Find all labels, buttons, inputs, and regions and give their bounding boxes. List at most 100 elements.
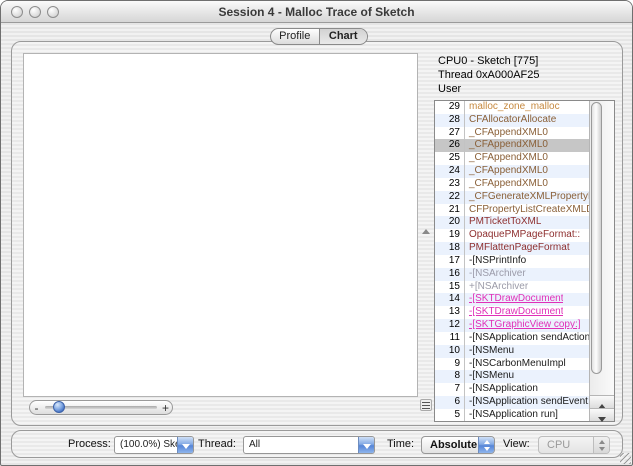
row-number: 20 (435, 216, 465, 230)
table-row[interactable]: 22 _CFGenerateXMLPropertyListT (435, 190, 589, 204)
zoom-out-label: - (34, 400, 39, 415)
arrow-down-icon (598, 417, 606, 422)
row-label: -[SKTDrawDocument (469, 306, 564, 318)
callstack-table: 29 malloc_zone_malloc 28 CFAllocatorAllocat… (434, 100, 615, 422)
row-number: 25 (435, 152, 465, 166)
row-number: 6 (435, 396, 465, 409)
row-label: CFAllocatorAllocate (469, 113, 557, 125)
slider-thumb[interactable] (53, 401, 65, 413)
process-label: Process: (68, 438, 111, 450)
row-label: PMTicketToXML (469, 216, 542, 228)
row-label: PMFlattenPageFormat (469, 242, 570, 254)
time-popup[interactable]: Absolute (421, 436, 495, 454)
row-label: -[SKTGraphicView copy:] (469, 319, 581, 331)
row-label: malloc_zone_malloc (469, 101, 560, 112)
table-row[interactable]: 25 _CFAppendXML0 (435, 152, 589, 166)
row-number: 11 (435, 331, 465, 345)
charts-canvas[interactable] (24, 54, 419, 398)
list-grip-icon[interactable] (420, 399, 432, 411)
table-row[interactable]: 24 _CFAppendXML0 (435, 165, 589, 178)
row-label: _CFAppendXML0 (469, 139, 548, 151)
table-row[interactable]: 15 +[NSArchiver (435, 280, 589, 294)
bottom-bar: Process: (100.0%) Sketch [775] Thread: A… (11, 430, 623, 458)
row-label: -[NSArchiver (469, 267, 526, 279)
table-row[interactable]: 26 _CFAppendXML0 (435, 139, 589, 153)
view-popup: CPU (538, 436, 610, 454)
row-number: 7 (435, 383, 465, 397)
view-value: CPU (547, 439, 571, 451)
row-number: 12 (435, 319, 465, 332)
tab-chart[interactable]: Chart (318, 29, 367, 44)
callstack-header-line3: User (438, 83, 462, 95)
row-label: -[SKTDrawDocument (469, 293, 564, 305)
tab-control: Profile Chart (270, 28, 368, 45)
row-number: 23 (435, 177, 465, 191)
scroll-up-button[interactable] (590, 395, 614, 409)
row-label: -[NSMenu (469, 370, 515, 382)
row-number: 8 (435, 370, 465, 384)
row-label: _CFAppendXML0 (469, 165, 548, 177)
table-row[interactable]: 6 -[NSApplication sendEvent:] (435, 396, 589, 409)
row-label: _CFAppendXML0 (469, 177, 548, 189)
table-row[interactable]: 21 CFPropertyListCreateXMLData (435, 203, 589, 217)
table-row[interactable]: 20 PMTicketToXML (435, 216, 589, 230)
row-number: 29 (435, 101, 465, 114)
table-row[interactable]: 9 -[NSCarbonMenuImpl (435, 357, 589, 371)
row-label: CFPropertyListCreateXMLData (469, 203, 589, 215)
table-row[interactable]: 8 -[NSMenu (435, 370, 589, 384)
callstack-header-line1: CPU0 - Sketch [775] (438, 55, 539, 67)
table-row[interactable]: 29 malloc_zone_malloc (435, 101, 589, 114)
time-value: Absolute (430, 439, 478, 451)
row-number: 15 (435, 280, 465, 294)
slider-track[interactable] (45, 401, 157, 413)
table-row[interactable]: 14 -[SKTDrawDocument (435, 293, 589, 307)
scroll-down-button[interactable] (590, 408, 614, 422)
table-row[interactable]: 17 -[NSPrintInfo (435, 254, 589, 268)
row-number: 5 (435, 408, 465, 421)
time-label: Time: (387, 438, 415, 450)
table-row[interactable]: 10 -[NSMenu (435, 344, 589, 358)
pane-splitter[interactable] (420, 53, 433, 413)
table-row[interactable]: 13 -[SKTDrawDocument (435, 306, 589, 320)
updown-arrows-icon (593, 437, 609, 453)
table-row[interactable]: 28 CFAllocatorAllocate (435, 113, 589, 127)
dropdown-arrow-icon[interactable] (358, 437, 374, 453)
table-row[interactable]: 18 PMFlattenPageFormat (435, 242, 589, 255)
callstack-header: CPU0 - Sketch [775] Thread 0xA000AF25 Us… (438, 54, 618, 96)
row-label: -[NSApplication sendEvent:] (469, 396, 589, 408)
row-label: OpaquePMPageFormat:: (469, 229, 581, 241)
table-row[interactable]: 5 -[NSApplication run] (435, 408, 589, 421)
zoom-slider[interactable]: - + (29, 400, 173, 415)
table-row[interactable]: 7 -[NSApplication (435, 383, 589, 397)
process-combobox[interactable]: (100.0%) Sketch [775] (114, 436, 194, 454)
callstack-header-line2: Thread 0xA000AF25 (438, 69, 540, 81)
row-label: -[NSApplication (469, 383, 538, 395)
app-window: Session 4 - Malloc Trace of Sketch Profi… (0, 0, 633, 466)
thread-value: All (249, 439, 261, 450)
table-row[interactable]: 19 OpaquePMPageFormat:: (435, 229, 589, 243)
row-number: 13 (435, 306, 465, 320)
table-row[interactable]: 23 _CFAppendXML0 (435, 177, 589, 191)
scrollbar-thumb[interactable] (591, 102, 602, 374)
row-label: -[NSCarbonMenuImpl (469, 357, 566, 369)
splitter-collapse-icon[interactable] (422, 229, 430, 234)
row-label: -[NSApplication sendAction: (469, 331, 589, 343)
row-label: -[NSMenu (469, 344, 515, 356)
scrollbar-track[interactable] (589, 101, 614, 422)
table-row[interactable]: 16 -[NSArchiver (435, 267, 589, 281)
row-number: 14 (435, 293, 465, 307)
process-value: (100.0%) Sketch [775] (120, 439, 177, 450)
title-bar[interactable]: Session 4 - Malloc Trace of Sketch (1, 1, 632, 23)
updown-arrows-icon (478, 437, 494, 453)
thread-combobox[interactable]: All (243, 436, 375, 454)
row-label: +[NSArchiver (469, 280, 529, 292)
dropdown-arrow-icon[interactable] (177, 437, 193, 453)
table-row[interactable]: 27 _CFAppendXML0 (435, 126, 589, 140)
row-number: 18 (435, 242, 465, 255)
table-row[interactable]: 11 -[NSApplication sendAction: (435, 331, 589, 345)
tab-profile[interactable]: Profile (271, 29, 319, 44)
row-number: 10 (435, 344, 465, 358)
resize-grip[interactable] (620, 453, 631, 464)
table-row[interactable]: 12 -[SKTGraphicView copy:] (435, 319, 589, 332)
row-number: 19 (435, 229, 465, 243)
